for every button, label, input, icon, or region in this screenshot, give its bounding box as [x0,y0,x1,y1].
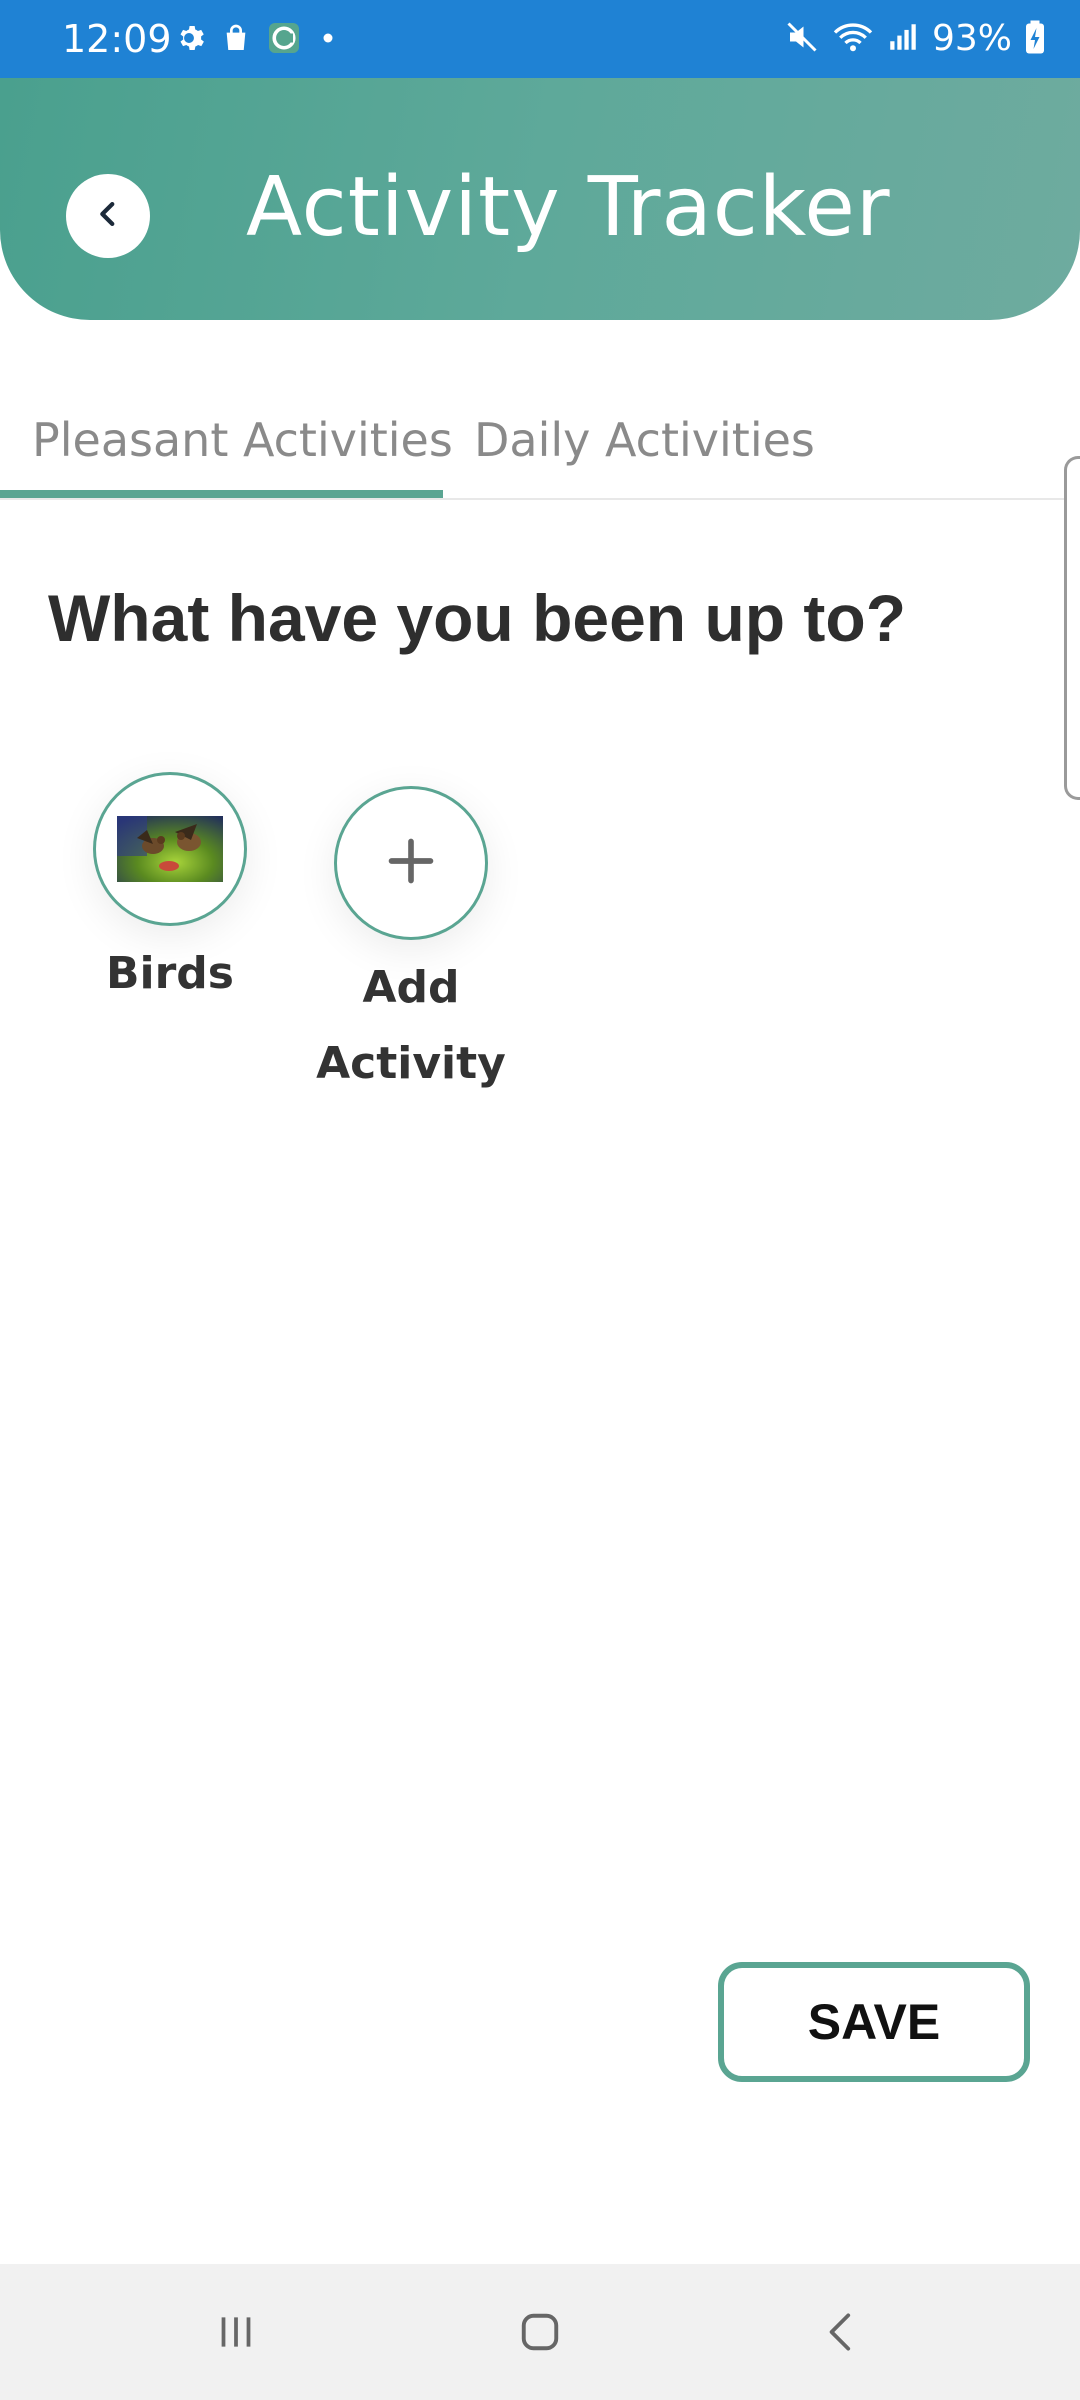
system-icons: 93% [784,16,1046,62]
home-button[interactable] [500,2294,580,2374]
app-c-icon [266,20,302,61]
activity-tabs: Pleasant Activities Daily Activities [0,400,1080,500]
dot-icon [316,26,340,55]
signal-icon [886,19,920,60]
bag-icon [220,21,252,60]
back-icon [817,2307,867,2362]
battery-charging-icon [1024,19,1046,60]
add-activity-label: Add Activity [316,962,506,1089]
page-title: Activity Tracker [246,160,891,255]
plus-icon [385,835,437,892]
save-button[interactable]: SAVE [718,1962,1030,2082]
system-nav-bar [0,2264,1080,2400]
home-icon [514,2306,566,2363]
notification-icons [172,20,340,61]
recents-icon [211,2307,261,2362]
add-activity-button[interactable] [334,786,488,940]
tab-daily-activities[interactable]: Daily Activities [474,410,815,470]
app-header: Activity Tracker [0,78,1080,320]
birds-photo [117,816,223,882]
gear-icon [172,21,206,60]
tab-indicator [0,490,443,498]
activity-birds-label: Birds [105,948,234,999]
wifi-icon [832,19,874,60]
back-button[interactable] [66,174,150,258]
chevron-left-icon [91,197,125,236]
tab-pleasant-activities[interactable]: Pleasant Activities [32,410,453,470]
battery-percent: 93% [931,18,1012,59]
mute-icon [784,19,820,60]
side-panel-handle[interactable] [1064,456,1080,800]
back-nav-button[interactable] [802,2294,882,2374]
recents-button[interactable] [196,2294,276,2374]
activity-birds-button[interactable] [93,772,247,926]
status-time: 12:09 [62,17,172,61]
question-heading: What have you been up to? [48,581,907,655]
status-bar: 12:09 93% [0,0,1080,78]
